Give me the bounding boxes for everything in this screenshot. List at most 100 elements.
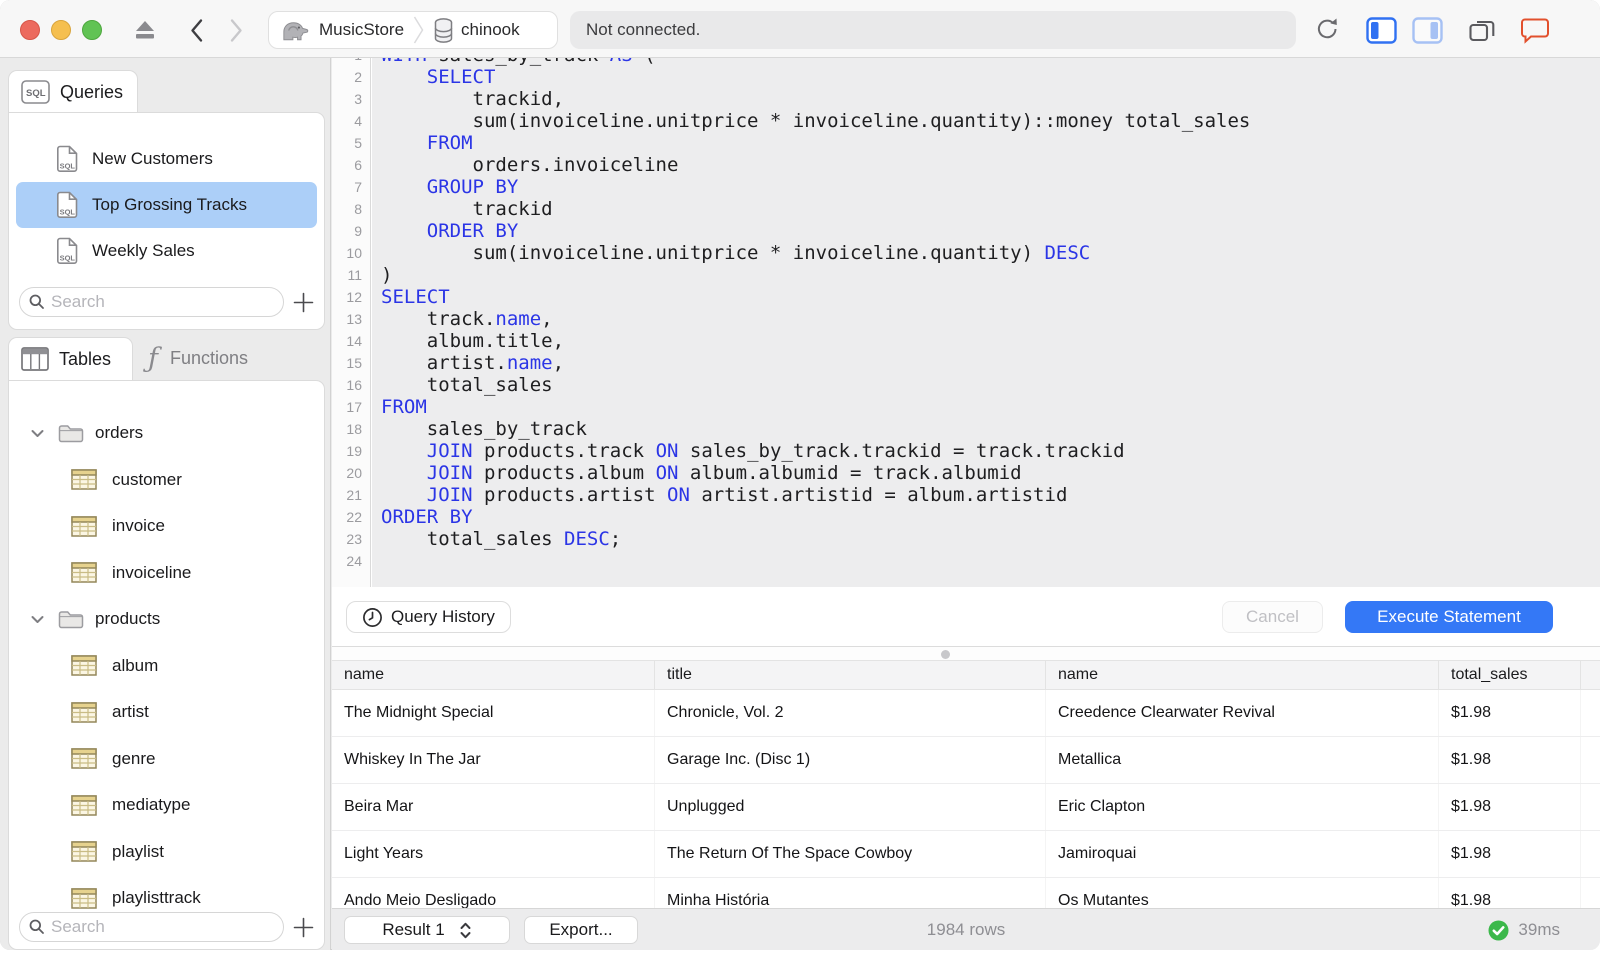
tab-tables[interactable]: Tables bbox=[8, 337, 133, 380]
back-button[interactable] bbox=[184, 16, 208, 44]
table-item-playlist[interactable]: playlist bbox=[9, 829, 324, 876]
code-line: SELECT bbox=[381, 286, 450, 308]
toggle-left-sidebar-button[interactable] bbox=[1364, 16, 1398, 44]
result-selector[interactable]: Result 1 bbox=[344, 916, 510, 944]
table-cell[interactable]: $1.98 bbox=[1439, 737, 1581, 783]
table-icon bbox=[71, 469, 97, 490]
line-number: 17 bbox=[346, 399, 362, 415]
queries-search-row bbox=[19, 287, 284, 317]
table-item-genre[interactable]: genre bbox=[9, 736, 324, 783]
table-cell[interactable]: Eric Clapton bbox=[1046, 784, 1439, 830]
column-header-name[interactable]: name bbox=[332, 661, 655, 689]
disconnect-eject-button[interactable] bbox=[131, 17, 159, 43]
query-history-button[interactable]: Query History bbox=[346, 601, 511, 633]
code-line: JOIN products.track ON sales_by_track.tr… bbox=[426, 440, 1125, 462]
queries-search-input[interactable] bbox=[51, 292, 251, 312]
table-row[interactable]: The Midnight Special Chronicle, Vol. 2 Cre… bbox=[332, 690, 1600, 737]
table-cell[interactable]: Light Years bbox=[332, 831, 655, 877]
breadcrumb[interactable]: MusicStore chinook bbox=[268, 11, 558, 49]
schema-item-orders[interactable]: orders bbox=[9, 410, 324, 457]
column-header-total-sales[interactable]: total_sales bbox=[1439, 661, 1581, 689]
table-cell[interactable]: The Return Of The Space Cowboy bbox=[655, 831, 1046, 877]
code-line: GROUP BY bbox=[426, 176, 519, 198]
sql-editor[interactable]: 123456789101112131415161718192021222324 … bbox=[332, 58, 1600, 587]
table-cell[interactable]: Creedence Clearwater Revival bbox=[1046, 690, 1439, 736]
column-header-name[interactable]: name bbox=[1046, 661, 1439, 689]
table-tree: orders customer invoice invoiceline products… bbox=[9, 381, 324, 922]
table-row[interactable]: Whiskey In The Jar Garage Inc. (Disc 1) Me… bbox=[332, 737, 1600, 784]
line-number: 5 bbox=[354, 135, 362, 151]
table-cell[interactable]: Garage Inc. (Disc 1) bbox=[655, 737, 1046, 783]
table-cell[interactable]: The Midnight Special bbox=[332, 690, 655, 736]
column-header-title[interactable]: title bbox=[655, 661, 1046, 689]
table-cell[interactable]: Os Mutantes bbox=[1046, 878, 1439, 908]
editor-action-bar: Query History Cancel Execute Statement bbox=[332, 587, 1600, 646]
table-item-invoiceline[interactable]: invoiceline bbox=[9, 550, 324, 597]
tree-item-label: customer bbox=[112, 469, 182, 489]
cancel-button[interactable]: Cancel bbox=[1222, 601, 1323, 633]
tables-search-field[interactable] bbox=[19, 912, 284, 942]
table-icon bbox=[71, 748, 97, 769]
windows-button[interactable] bbox=[1466, 16, 1498, 44]
zoom-window-button[interactable] bbox=[82, 20, 102, 40]
chevron-down-icon[interactable] bbox=[31, 429, 45, 438]
table-row[interactable]: Ando Meio Desligado Minha História Os Muta… bbox=[332, 878, 1600, 908]
table-row[interactable]: Light Years The Return Of The Space Cowbo… bbox=[332, 831, 1600, 878]
table-cell[interactable]: $1.98 bbox=[1439, 831, 1581, 877]
query-item-new-customers[interactable]: SQL New Customers bbox=[9, 136, 324, 182]
line-number: 2 bbox=[354, 69, 362, 85]
sql-file-icon: SQL bbox=[56, 191, 79, 219]
tab-functions[interactable]: ƒ Functions bbox=[136, 337, 296, 380]
table-item-mediatype[interactable]: mediatype bbox=[9, 782, 324, 829]
chevron-down-icon[interactable] bbox=[31, 615, 45, 624]
table-columns-icon bbox=[21, 347, 49, 371]
code-line: WITH sales_by_track AS ( bbox=[372, 58, 1600, 66]
query-item-top-grossing-tracks[interactable]: SQL Top Grossing Tracks bbox=[16, 182, 317, 228]
add-table-button[interactable] bbox=[288, 912, 318, 942]
table-row[interactable]: Beira Mar Unplugged Eric Clapton $1.98 bbox=[332, 784, 1600, 831]
breadcrumb-server[interactable]: MusicStore bbox=[319, 20, 404, 40]
query-item-label: New Customers bbox=[92, 149, 213, 168]
tab-queries[interactable]: SQL Queries bbox=[8, 70, 138, 113]
tree-item-label: orders bbox=[95, 423, 144, 443]
table-cell[interactable]: Beira Mar bbox=[332, 784, 655, 830]
table-cell[interactable]: Jamiroquai bbox=[1046, 831, 1439, 877]
search-icon bbox=[29, 919, 45, 935]
results-splitter[interactable] bbox=[332, 646, 1600, 660]
query-item-weekly-sales[interactable]: SQL Weekly Sales bbox=[9, 228, 324, 274]
editor-code-area[interactable]: WITH sales_by_track AS ( SELECT trackid,… bbox=[372, 58, 1600, 587]
queries-search-field[interactable] bbox=[19, 287, 284, 317]
toggle-right-sidebar-button[interactable] bbox=[1410, 16, 1444, 44]
result-selector-label: Result 1 bbox=[382, 920, 445, 939]
add-query-button[interactable] bbox=[288, 287, 318, 317]
breadcrumb-database[interactable]: chinook bbox=[461, 20, 520, 40]
table-cell[interactable]: Ando Meio Desligado bbox=[332, 878, 655, 908]
refresh-button[interactable] bbox=[1312, 15, 1342, 43]
feedback-button[interactable] bbox=[1518, 16, 1552, 44]
app-window: MusicStore chinook Not connected. SQL Qu… bbox=[0, 0, 1600, 950]
code-line: sum(invoiceline.unitprice * invoiceline.… bbox=[381, 110, 1251, 132]
table-item-album[interactable]: album bbox=[9, 643, 324, 690]
table-cell[interactable]: Whiskey In The Jar bbox=[332, 737, 655, 783]
table-item-invoice[interactable]: invoice bbox=[9, 503, 324, 550]
schema-item-products[interactable]: products bbox=[9, 596, 324, 643]
code-line: JOIN products.artist ON artist.artistid … bbox=[426, 484, 1068, 506]
table-cell[interactable]: $1.98 bbox=[1439, 690, 1581, 736]
close-window-button[interactable] bbox=[20, 20, 40, 40]
table-cell[interactable]: Unplugged bbox=[655, 784, 1046, 830]
table-item-customer[interactable]: customer bbox=[9, 457, 324, 504]
tables-search-input[interactable] bbox=[51, 917, 251, 937]
table-cell[interactable]: $1.98 bbox=[1439, 784, 1581, 830]
minimize-window-button[interactable] bbox=[51, 20, 71, 40]
tables-search-row bbox=[19, 912, 284, 942]
table-cell[interactable]: Metallica bbox=[1046, 737, 1439, 783]
export-button[interactable]: Export... bbox=[524, 916, 638, 944]
execute-statement-button[interactable]: Execute Statement bbox=[1345, 601, 1553, 633]
folder-icon bbox=[58, 609, 84, 629]
table-item-artist[interactable]: artist bbox=[9, 689, 324, 736]
splitter-handle-icon[interactable] bbox=[941, 649, 950, 659]
table-cell[interactable]: Chronicle, Vol. 2 bbox=[655, 690, 1046, 736]
forward-button[interactable] bbox=[224, 16, 248, 44]
table-cell[interactable]: $1.98 bbox=[1439, 878, 1581, 908]
table-cell[interactable]: Minha História bbox=[655, 878, 1046, 908]
